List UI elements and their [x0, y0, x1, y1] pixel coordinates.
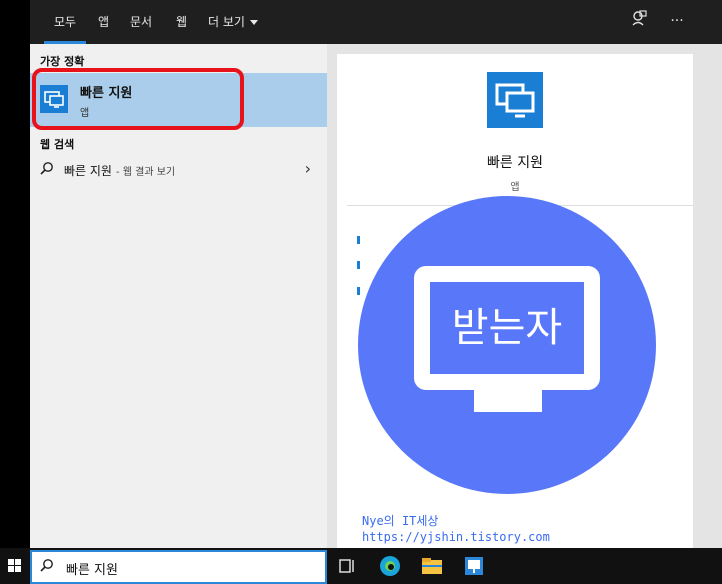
search-icon: [40, 161, 54, 179]
chevron-down-icon: [249, 20, 258, 25]
highlight-annotation: [32, 68, 244, 130]
app-icon[interactable]: [462, 554, 486, 578]
action-icon[interactable]: [357, 261, 360, 269]
search-input[interactable]: 빠른 지원: [66, 559, 118, 578]
tab-apps[interactable]: 앱: [98, 14, 109, 32]
chevron-right-icon[interactable]: ›: [305, 159, 311, 178]
task-view-icon[interactable]: [335, 554, 359, 578]
web-search-query: 빠른 지원: [64, 164, 112, 178]
file-explorer-icon[interactable]: [420, 554, 444, 578]
search-scope-tabs: 모두 앱 문서 웹 더 보기 ···: [30, 0, 722, 44]
taskbar-search-box[interactable]: 빠른 지원: [30, 550, 327, 584]
edge-browser-icon[interactable]: [378, 554, 402, 578]
action-icon[interactable]: [357, 236, 360, 244]
monitor-screen: 받는자: [430, 282, 584, 374]
web-search-hint: - 웹 결과 보기: [115, 167, 176, 178]
tab-more[interactable]: 더 보기: [208, 14, 258, 32]
watermark-title: Nye의 IT세상: [362, 514, 439, 528]
more-options-icon[interactable]: ···: [666, 10, 688, 32]
monitor-stand: [474, 390, 542, 412]
preview-title: 빠른 지원: [487, 155, 543, 171]
web-search-header: 웹 검색: [40, 138, 75, 151]
taskbar: 빠른 지원: [0, 548, 722, 584]
best-match-header: 가장 정확: [40, 55, 85, 68]
monitor-screen-text: 받는자: [451, 305, 563, 351]
tab-web[interactable]: 웹: [176, 14, 187, 32]
search-icon: [40, 558, 54, 576]
quick-assist-large-icon: [487, 72, 543, 128]
monitor-illustration: 받는자: [414, 266, 600, 390]
tab-all[interactable]: 모두: [43, 14, 87, 44]
results-pane: 가장 정확 빠른 지원 앱 웹 검색 빠른 지원 - 웹 결과 보기 ›: [30, 44, 327, 548]
web-search-item[interactable]: 빠른 지원 - 웹 결과 보기 ›: [30, 157, 327, 183]
tab-more-label: 더 보기: [208, 15, 245, 29]
watermark-url: https://yjshin.tistory.com: [362, 530, 550, 544]
preview-type: 앱: [510, 182, 520, 193]
action-icon[interactable]: [357, 287, 360, 295]
tab-documents[interactable]: 문서: [130, 14, 152, 32]
feedback-icon[interactable]: [628, 10, 650, 32]
windows-start-icon[interactable]: [0, 548, 30, 584]
